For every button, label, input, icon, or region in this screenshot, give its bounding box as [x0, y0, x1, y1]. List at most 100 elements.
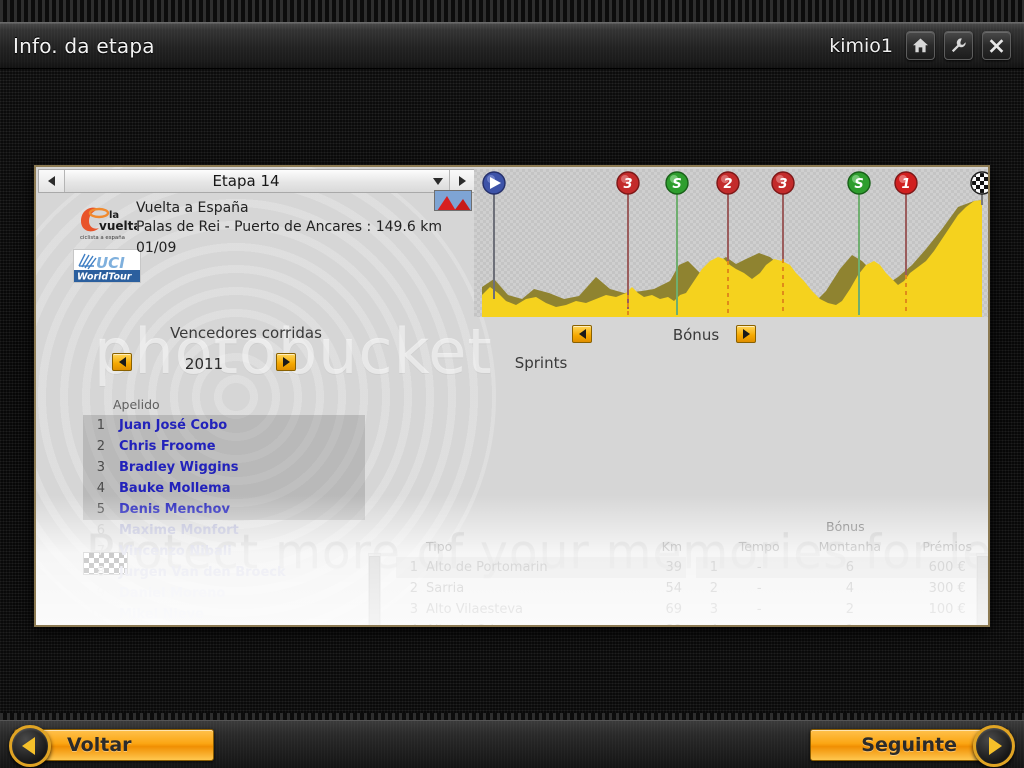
- stage-selector[interactable]: Etapa 14: [38, 169, 476, 193]
- marker-start-icon: [482, 171, 506, 195]
- bonus-position: 1: [696, 557, 722, 578]
- bonus-tempo: -: [756, 581, 762, 596]
- elevation-profile-svg: 3 S 2 3 S 1: [482, 171, 988, 317]
- bonus-position: 4: [696, 620, 722, 625]
- stage-dropdown-button[interactable]: [427, 177, 449, 185]
- table-row[interactable]: 2-4 300 €: [696, 578, 988, 599]
- table-row[interactable]: 9 Daniel Moreno: [83, 583, 365, 604]
- bonus-position: 3: [709, 602, 718, 617]
- table-header-row: Apelido: [83, 395, 365, 415]
- sprints-col-km: Km: [661, 539, 682, 554]
- winners-position: 9: [96, 586, 105, 601]
- table-row[interactable]: 4 Bauke Mollema: [83, 478, 365, 499]
- table-header-row: Tempo Montanha Prémios: [696, 537, 988, 557]
- winners-position: 8: [96, 565, 105, 580]
- bonus-tempo: -: [722, 620, 796, 625]
- sprints-table[interactable]: Tipo Km 1 Alto de Portomarin 39 2 Sarria 54 3 A…: [396, 537, 686, 625]
- race-date: 01/09: [136, 240, 177, 256]
- bonus-group-header: Bónus: [826, 519, 865, 534]
- back-button[interactable]: Voltar: [9, 725, 214, 767]
- table-row[interactable]: 5 Denis Menchov: [83, 499, 365, 520]
- stage-prev-button[interactable]: [39, 170, 65, 192]
- table-row[interactable]: 8 Jurgen Van den Broeck: [83, 562, 365, 583]
- table-header-row: Tipo Km: [396, 537, 686, 557]
- bonus-scrollbar[interactable]: [976, 553, 988, 625]
- table-row[interactable]: 4Alto de O Lago89: [396, 620, 686, 625]
- table-row[interactable]: 7 Vincenzo Nibali: [83, 541, 365, 562]
- winners-rider-name: Bauke Mollema: [109, 478, 365, 499]
- table-row[interactable]: 1-6 600 €: [696, 557, 988, 578]
- winners-scrollbar[interactable]: [368, 553, 381, 625]
- winners-rider-name: Chris Froome: [109, 436, 365, 457]
- titlebar-right-group: kimio1: [829, 31, 1011, 60]
- winners-rider-name: Jurgen Van den Broeck: [119, 565, 286, 580]
- sprint-type: Alto Vilaesteva: [426, 602, 524, 617]
- svg-text:3: 3: [623, 177, 632, 192]
- winners-scrollbar-thumb[interactable]: [369, 556, 380, 625]
- table-row[interactable]: 2 Chris Froome: [83, 436, 365, 457]
- winners-col-blank: [83, 395, 109, 415]
- table-row[interactable]: 4-1-: [696, 620, 988, 625]
- winners-position: 5: [83, 499, 109, 520]
- winners-position: 6: [96, 523, 105, 538]
- marker-sprint-b-icon: S: [847, 171, 871, 195]
- winners-rider-name: Bradley Wiggins: [109, 457, 365, 478]
- table-row[interactable]: 3 Bradley Wiggins: [83, 457, 365, 478]
- title-bar: Info. da etapa kimio1: [0, 22, 1024, 69]
- winners-table[interactable]: Apelido 1 Juan José Cobo 2 Chris Froome 3 Bra…: [83, 395, 365, 627]
- winners-title: Vencedores corridas: [170, 324, 322, 342]
- table-row[interactable]: 11Jakob Fuglsang: [83, 625, 365, 627]
- stage-label: Etapa 14: [212, 172, 280, 190]
- winners-rider-name: Vincenzo Nibali: [119, 544, 232, 559]
- arrow-left-icon: [118, 357, 126, 367]
- arrow-left-icon: [9, 725, 51, 767]
- bottom-rail: [0, 713, 1024, 720]
- bonus-col-montanha: Montanha: [818, 539, 882, 554]
- bonus-tempo: -: [756, 602, 762, 617]
- uci-worldtour-logo: UCI WorldTour: [73, 249, 141, 283]
- home-button[interactable]: [906, 31, 935, 60]
- table-row[interactable]: 3-2 100 €: [696, 599, 988, 620]
- table-row[interactable]: 6 Maxime Monfort: [83, 520, 365, 541]
- table-row[interactable]: 1 Alto de Portomarin 39: [396, 557, 686, 578]
- bonus-table[interactable]: Tempo Montanha Prémios 1-6 600 €2-4 300 € 3…: [696, 537, 988, 625]
- sprint-position: 2: [409, 581, 418, 596]
- stage-info-panel: photobucket Protect more of your memorie…: [34, 165, 990, 627]
- table-row[interactable]: 3 Alto Vilaesteva 69: [396, 599, 686, 620]
- bonus-next-button[interactable]: [736, 325, 756, 343]
- svg-text:1: 1: [901, 177, 910, 192]
- race-name: Vuelta a España: [136, 200, 249, 216]
- footer-bar: Voltar Seguinte: [0, 720, 1024, 768]
- back-button-label: Voltar: [67, 734, 132, 756]
- svg-text:WorldTour: WorldTour: [77, 272, 133, 283]
- bonus-prev-button[interactable]: [572, 325, 592, 343]
- winners-col-name: Apelido: [113, 397, 160, 412]
- table-row[interactable]: 10 Mikel Nieve: [83, 604, 365, 625]
- bonus-col-tempo: Tempo: [738, 539, 780, 554]
- sprint-type: Alto de O Lago: [422, 620, 642, 625]
- next-button[interactable]: Seguinte: [810, 725, 1015, 767]
- bonus-scrollbar-thumb[interactable]: [977, 556, 988, 625]
- settings-button[interactable]: [944, 31, 973, 60]
- sprints-table-body: 1 Alto de Portomarin 39 2 Sarria 54 3 Alto Vila…: [396, 557, 686, 625]
- winners-rider-name: Denis Menchov: [109, 499, 365, 520]
- winners-rider-name: Maxime Monfort: [119, 523, 239, 538]
- bonus-montanha: 2: [845, 602, 854, 617]
- close-button[interactable]: [982, 31, 1011, 60]
- svg-text:ciclista a españa: ciclista a españa: [80, 235, 125, 241]
- marker-mountain-3b-icon: 3: [771, 171, 795, 195]
- bonus-col-blank: [696, 537, 722, 557]
- marker-finish-icon: [970, 171, 988, 195]
- stage-next-button[interactable]: [449, 170, 475, 192]
- winners-position: 7: [96, 544, 105, 559]
- winners-table-body: 1 Juan José Cobo 2 Chris Froome 3 Bradley Wig…: [83, 415, 365, 627]
- table-row[interactable]: 1 Juan José Cobo: [83, 415, 365, 436]
- sprint-km: 89: [642, 620, 686, 625]
- race-info-block: Vuelta a España Palas de Rei - Puerto de…: [136, 199, 442, 237]
- winners-year-prev-button[interactable]: [112, 353, 132, 371]
- winners-year-next-button[interactable]: [276, 353, 296, 371]
- top-rail: [0, 0, 1024, 22]
- table-row[interactable]: 2 Sarria 54: [396, 578, 686, 599]
- triangle-right-icon: [459, 176, 466, 186]
- username-label: kimio1: [829, 34, 893, 57]
